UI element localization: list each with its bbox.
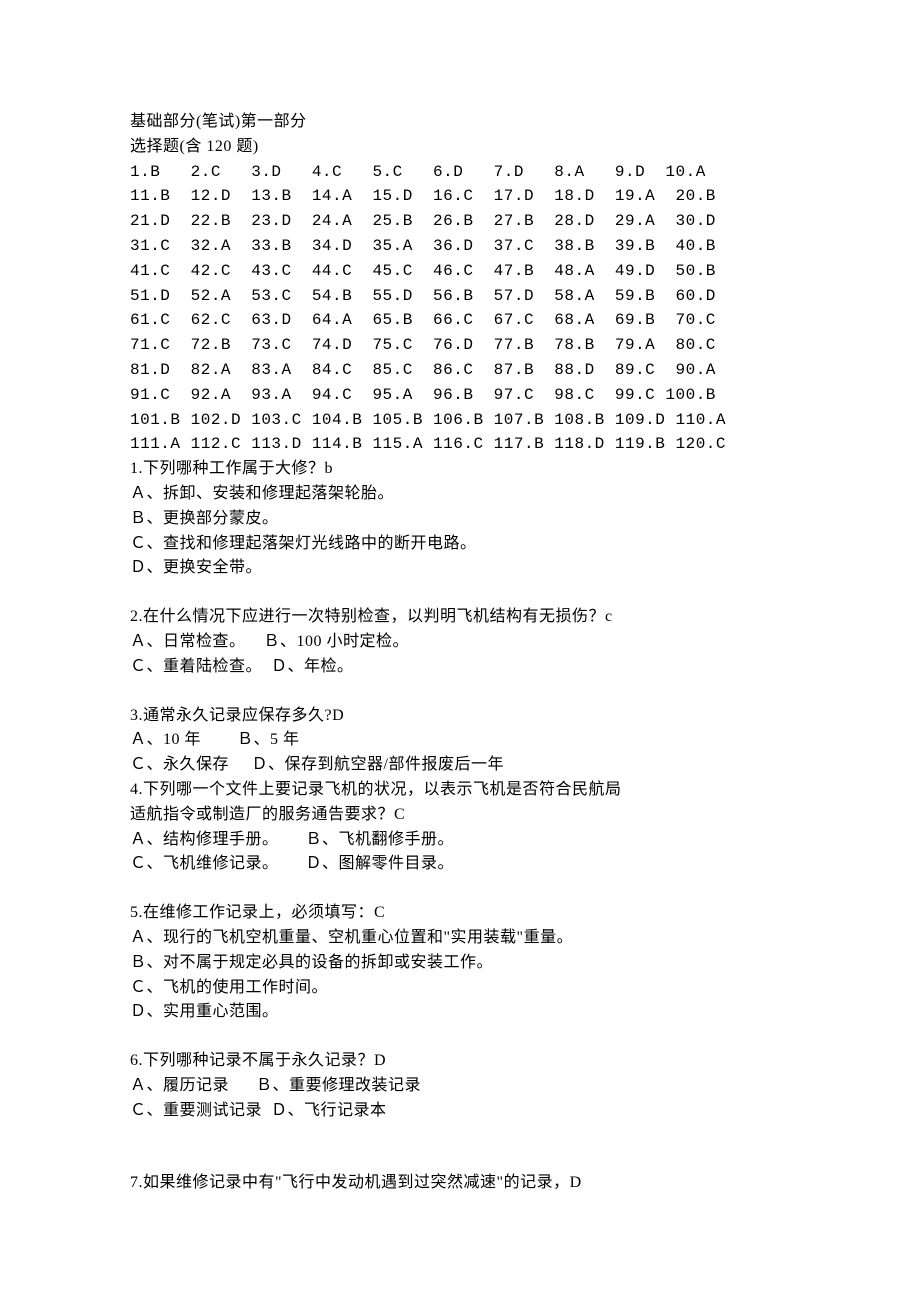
answer-row: 41.C 42.C 43.C 44.C 45.C 46.C 47.B 48.A … <box>130 259 790 284</box>
heading-part1: 基础部分(笔试)第一部分 <box>130 110 790 135</box>
answer-row: 61.C 62.C 63.D 64.A 65.B 66.C 67.C 68.A … <box>130 308 790 333</box>
answer-row: 91.C 92.A 93.A 94.C 95.A 96.B 97.C 98.C … <box>130 383 790 408</box>
answer-row: 71.C 72.B 73.C 74.D 75.C 76.D 77.B 78.B … <box>130 333 790 358</box>
blank-line <box>130 1147 790 1171</box>
option-a: Ａ、现行的飞机空机重量、空机重心位置和"实用装载"重量。 <box>130 926 790 951</box>
answer-row: 31.C 32.A 33.B 34.D 35.A 36.D 37.C 38.B … <box>130 234 790 259</box>
blank-line <box>130 1025 790 1049</box>
option-c: Ｃ、飞机的使用工作时间。 <box>130 976 790 1001</box>
option-row: Ａ、日常检查。 Ｂ、100 小时定检。 <box>130 630 790 655</box>
answer-row: 81.D 82.A 83.A 84.C 85.C 86.C 87.B 88.D … <box>130 358 790 383</box>
option-row: Ｃ、重着陆检查。 Ｄ、年检。 <box>130 655 790 680</box>
option-b: Ｂ、对不属于规定必具的设备的拆卸或安装工作。 <box>130 951 790 976</box>
question-stem: 7.如果维修记录中有"飞行中发动机遇到过突然减速"的记录，D <box>130 1171 790 1196</box>
option-row: Ａ、履历记录 Ｂ、重要修理改装记录 <box>130 1074 790 1099</box>
question-stem: 5.在维修工作记录上，必须填写：C <box>130 901 790 926</box>
blank-line <box>130 1123 790 1147</box>
document-page: 基础部分(笔试)第一部分 选择题(含 120 题) 1.B 2.C 3.D 4.… <box>0 0 920 1302</box>
question-stem: 2.在什么情况下应进行一次特别检查，以判明飞机结构有无损伤？c <box>130 605 790 630</box>
question-1: 1.下列哪种工作属于大修？b Ａ、拆卸、安装和修理起落架轮胎。 Ｂ、更换部分蒙皮… <box>130 457 790 581</box>
heading-part2: 选择题(含 120 题) <box>130 135 790 160</box>
option-row: Ｃ、飞机维修记录。 Ｄ、图解零件目录。 <box>130 852 790 877</box>
blank-line <box>130 877 790 901</box>
option-row: Ａ、10 年 Ｂ、5 年 <box>130 728 790 753</box>
option-d: Ｄ、更换安全带。 <box>130 556 790 581</box>
question-2: 2.在什么情况下应进行一次特别检查，以判明飞机结构有无损伤？c Ａ、日常检查。 … <box>130 605 790 679</box>
answer-row: 51.D 52.A 53.C 54.B 55.D 56.B 57.D 58.A … <box>130 284 790 309</box>
question-6: 6.下列哪种记录不属于永久记录？D Ａ、履历记录 Ｂ、重要修理改装记录 Ｃ、重要… <box>130 1049 790 1123</box>
answer-row: 21.D 22.B 23.D 24.A 25.B 26.B 27.B 28.D … <box>130 209 790 234</box>
question-stem: 4.下列哪一个文件上要记录飞机的状况，以表示飞机是否符合民航局 <box>130 778 790 803</box>
question-stem: 1.下列哪种工作属于大修？b <box>130 457 790 482</box>
question-5: 5.在维修工作记录上，必须填写：C Ａ、现行的飞机空机重量、空机重心位置和"实用… <box>130 901 790 1025</box>
blank-line <box>130 680 790 704</box>
answer-key-grid: 1.B 2.C 3.D 4.C 5.C 6.D 7.D 8.A 9.D 10.A… <box>130 160 790 458</box>
option-b: Ｂ、更换部分蒙皮。 <box>130 507 790 532</box>
option-row: Ｃ、永久保存 Ｄ、保存到航空器/部件报废后一年 <box>130 753 790 778</box>
question-stem: 3.通常永久记录应保存多久?D <box>130 704 790 729</box>
answer-row: 11.B 12.D 13.B 14.A 15.D 16.C 17.D 18.D … <box>130 184 790 209</box>
option-row: Ｃ、重要测试记录 Ｄ、飞行记录本 <box>130 1099 790 1124</box>
option-c: Ｃ、查找和修理起落架灯光线路中的断开电路。 <box>130 532 790 557</box>
question-4: 4.下列哪一个文件上要记录飞机的状况，以表示飞机是否符合民航局 适航指令或制造厂… <box>130 778 790 877</box>
option-a: Ａ、拆卸、安装和修理起落架轮胎。 <box>130 482 790 507</box>
question-7: 7.如果维修记录中有"飞行中发动机遇到过突然减速"的记录，D <box>130 1171 790 1196</box>
question-stem-cont: 适航指令或制造厂的服务通告要求？C <box>130 803 790 828</box>
answer-row: 101.B 102.D 103.C 104.B 105.B 106.B 107.… <box>130 408 790 433</box>
option-row: Ａ、结构修理手册。 Ｂ、飞机翻修手册。 <box>130 828 790 853</box>
question-stem: 6.下列哪种记录不属于永久记录？D <box>130 1049 790 1074</box>
answer-row: 1.B 2.C 3.D 4.C 5.C 6.D 7.D 8.A 9.D 10.A <box>130 160 790 185</box>
answer-row: 111.A 112.C 113.D 114.B 115.A 116.C 117.… <box>130 432 790 457</box>
option-d: Ｄ、实用重心范围。 <box>130 1000 790 1025</box>
blank-line <box>130 581 790 605</box>
question-3: 3.通常永久记录应保存多久?D Ａ、10 年 Ｂ、5 年 Ｃ、永久保存 Ｄ、保存… <box>130 704 790 778</box>
